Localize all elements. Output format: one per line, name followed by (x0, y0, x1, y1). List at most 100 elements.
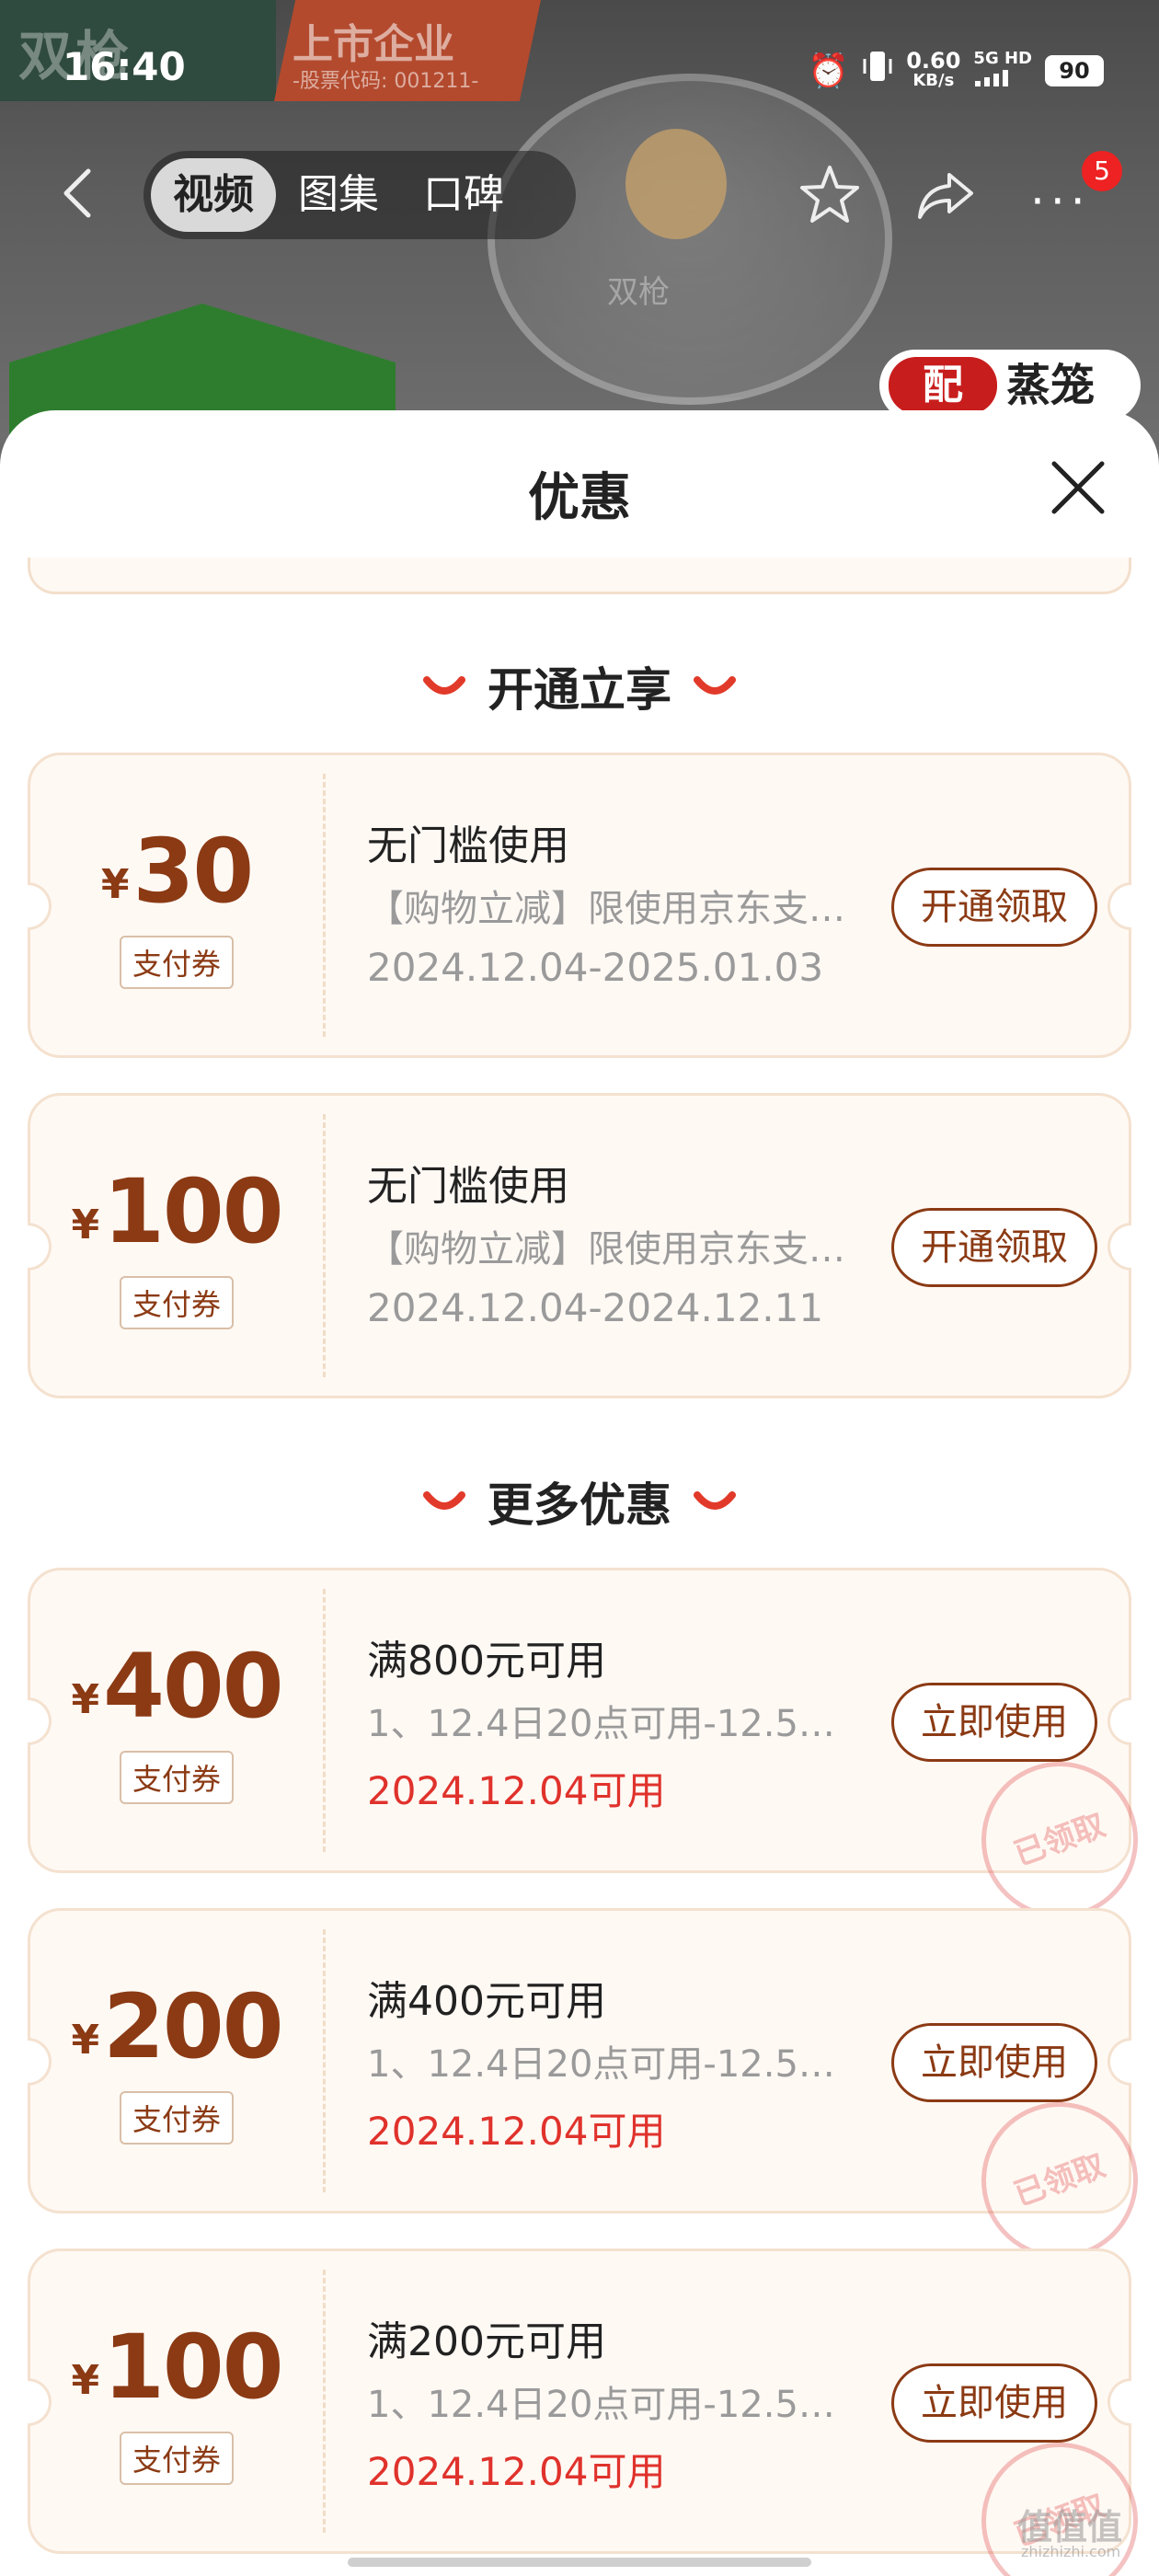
section-title: 更多优惠 (488, 1478, 671, 1532)
net-speed-value: 0.60 (906, 47, 961, 74)
coupon-value-area: ¥100 支付券 (30, 2251, 323, 2557)
tab-video[interactable]: 视频 (151, 158, 276, 232)
sheet-title: 优惠 (528, 468, 631, 528)
partial-coupon-card (28, 558, 1131, 594)
coupon-sheet: 优惠 开通立享 ¥30 支付券 无门槛使用 【购物立减】限使用京东支… 2024… (0, 410, 1159, 2576)
coupon-title: 满200元可用 (367, 2318, 606, 2365)
use-now-button[interactable]: 立即使用 (891, 1683, 1097, 1762)
steamer-label: 蒸笼 (1006, 360, 1096, 411)
coupon-amount: ¥100 (30, 1160, 323, 1263)
pot-knob-image (625, 129, 727, 239)
coupon-notch (1107, 882, 1131, 930)
steamer-badge: 配 (889, 357, 997, 414)
coupon-validity: 2024.12.04可用 (367, 1768, 666, 1813)
coupon-title: 满400元可用 (367, 1978, 606, 2025)
site-watermark-url: zhizhizhi.com (1021, 2543, 1121, 2560)
use-now-button[interactable]: 立即使用 (891, 2023, 1097, 2102)
coupon-divider (323, 774, 326, 1037)
close-icon[interactable] (1045, 454, 1111, 521)
smile-icon (423, 1491, 465, 1510)
coupon-description: 1、12.4日20点可用-12.5… (367, 2043, 835, 2086)
coupon-type-tag: 支付券 (119, 2091, 235, 2145)
share-icon[interactable] (912, 162, 979, 228)
status-time: 16:40 (63, 44, 186, 89)
net-speed: 0.60 KB/s (906, 47, 961, 91)
section-header-more: 更多优惠 (0, 1468, 1159, 1535)
amount-value: 200 (103, 1975, 283, 2078)
home-indicator[interactable] (348, 2558, 811, 2567)
status-icons: ⏰ 0.60 KB/s 5G HD 90 (808, 48, 1104, 93)
coupon-validity: 2024.12.04可用 (367, 2109, 666, 2154)
amount-value: 100 (103, 1160, 283, 1263)
network-indicator: 5G HD (973, 50, 1032, 91)
section-title: 开通立享 (488, 663, 671, 717)
claim-coupon-button[interactable]: 开通领取 (891, 1208, 1097, 1287)
smile-icon (694, 676, 736, 695)
currency-symbol: ¥ (71, 1676, 100, 1723)
product-pot-image (488, 74, 892, 405)
coupon-value-area: ¥30 支付券 (30, 755, 323, 1061)
coupon-card: ¥100 支付券 满200元可用 1、12.4日20点可用-12.5… 2024… (28, 2248, 1159, 2576)
coupon-notch (1107, 2378, 1131, 2426)
coupon-type-tag: 支付券 (119, 936, 235, 989)
smile-icon (694, 1491, 736, 1510)
currency-symbol: ¥ (71, 2357, 100, 2404)
tab-gallery[interactable]: 图集 (276, 158, 401, 232)
tab-reviews[interactable]: 口碑 (401, 158, 526, 232)
coupon-title: 无门槛使用 (367, 1163, 569, 1210)
currency-symbol: ¥ (71, 2017, 100, 2064)
coupon-card: ¥200 支付券 满400元可用 1、12.4日20点可用-12.5… 2024… (28, 1908, 1159, 2281)
coupon-type-tag: 支付券 (119, 1276, 235, 1329)
coupon-type-tag: 支付券 (119, 2432, 235, 2485)
currency-symbol: ¥ (71, 1202, 100, 1248)
alarm-icon: ⏰ (808, 52, 850, 90)
coupon-card: ¥30 支付券 无门槛使用 【购物立减】限使用京东支… 2024.12.04-2… (28, 753, 1131, 1058)
coupon-notch (1107, 2038, 1131, 2086)
coupon-title: 无门槛使用 (367, 822, 569, 869)
message-count-badge: 5 (1082, 151, 1122, 191)
smile-icon (423, 676, 465, 695)
currency-symbol: ¥ (100, 861, 130, 908)
vibrate-icon (862, 48, 893, 93)
coupon-divider (323, 1589, 326, 1852)
coupon-type-tag: 支付券 (119, 1751, 235, 1804)
media-tab-bar: 视频 图集 口碑 (143, 151, 576, 239)
site-watermark: 值值值 (1017, 2507, 1123, 2547)
coupon-divider (323, 2270, 326, 2533)
signal-icon (975, 70, 1009, 86)
coupon-card: ¥400 支付券 满800元可用 1、12.4日20点可用-12.5… 2024… (28, 1568, 1159, 1940)
amount-value: 100 (103, 2316, 283, 2419)
network-type: 5G HD (973, 49, 1032, 68)
back-icon[interactable] (55, 166, 99, 221)
coupon-divider (323, 1929, 326, 2192)
coupon-description: 【购物立减】限使用京东支… (367, 888, 845, 930)
coupon-notch (1107, 1223, 1131, 1271)
coupon-value-area: ¥100 支付券 (30, 1096, 323, 1401)
battery-indicator: 90 (1045, 54, 1104, 86)
coupon-amount: ¥30 (30, 820, 323, 923)
coupon-amount: ¥400 (30, 1635, 323, 1738)
coupon-value-area: ¥200 支付券 (30, 1911, 323, 2216)
coupon-notch (1107, 1697, 1131, 1745)
amount-value: 30 (132, 820, 255, 923)
more-menu-icon[interactable]: ··· (1030, 175, 1091, 228)
claim-coupon-button[interactable]: 开通领取 (891, 868, 1097, 947)
section-header-open: 开通立享 (0, 653, 1159, 719)
listed-company-title: 上市企业 (293, 21, 454, 68)
coupon-amount: ¥200 (30, 1975, 323, 2078)
coupon-description: 1、12.4日20点可用-12.5… (367, 1703, 835, 1745)
coupon-divider (323, 1114, 326, 1377)
coupon-description: 【购物立减】限使用京东支… (367, 1228, 845, 1271)
net-speed-unit: KB/s (912, 70, 955, 90)
coupon-title: 满800元可用 (367, 1638, 606, 1685)
amount-value: 400 (103, 1635, 283, 1738)
favorite-star-icon[interactable] (797, 162, 863, 228)
coupon-value-area: ¥400 支付券 (30, 1570, 323, 1876)
pot-brand-mark: 双枪 (607, 274, 670, 311)
coupon-validity: 2024.12.04可用 (367, 2449, 666, 2494)
coupon-card: ¥100 支付券 无门槛使用 【购物立减】限使用京东支… 2024.12.04-… (28, 1093, 1131, 1398)
coupon-description: 1、12.4日20点可用-12.5… (367, 2384, 835, 2426)
use-now-button[interactable]: 立即使用 (891, 2363, 1097, 2443)
stock-code-text: -股票代码: 001211- (293, 70, 479, 93)
coupon-validity: 2024.12.04-2024.12.11 (367, 1285, 824, 1330)
